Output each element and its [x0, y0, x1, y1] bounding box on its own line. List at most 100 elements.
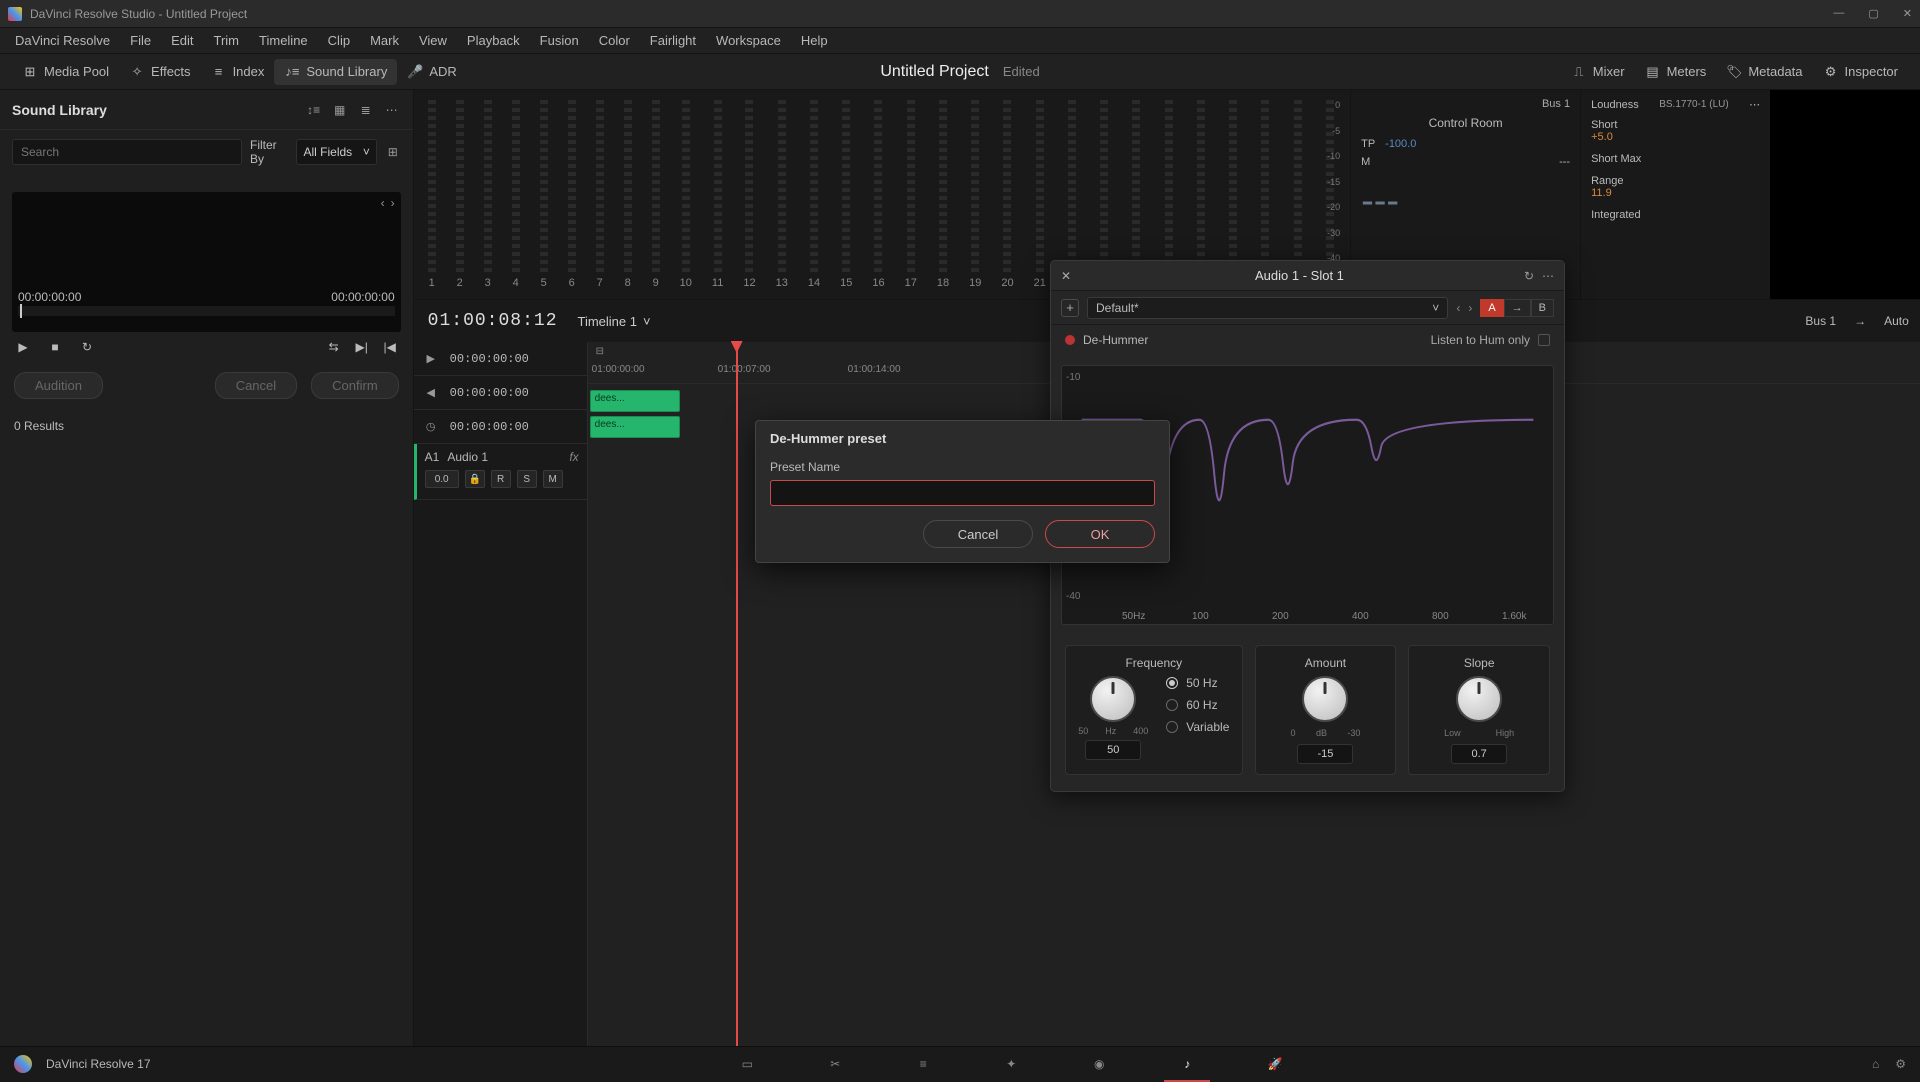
- menu-playback[interactable]: Playback: [458, 30, 529, 51]
- radio-variable[interactable]: Variable: [1166, 720, 1229, 734]
- loudness-more-icon[interactable]: ⋯: [1749, 98, 1760, 111]
- preset-name-input[interactable]: [770, 480, 1155, 506]
- plugin-more-icon[interactable]: ⋯: [1542, 269, 1554, 283]
- menu-trim[interactable]: Trim: [205, 30, 249, 51]
- fusion-page-icon[interactable]: ✦: [1002, 1055, 1020, 1073]
- menu-fairlight[interactable]: Fairlight: [641, 30, 705, 51]
- grid-view-icon[interactable]: ▦: [331, 101, 349, 119]
- maximize-icon[interactable]: ▢: [1868, 7, 1878, 20]
- loop-icon[interactable]: ↻: [78, 338, 96, 356]
- app-version: DaVinci Resolve 17: [46, 1057, 151, 1071]
- audition-confirm-button[interactable]: Confirm: [311, 372, 399, 399]
- play-icon[interactable]: ▶: [14, 338, 32, 356]
- menu-help[interactable]: Help: [792, 30, 837, 51]
- color-page-icon[interactable]: ◉: [1090, 1055, 1108, 1073]
- menu-view[interactable]: View: [410, 30, 456, 51]
- frequency-value[interactable]: 50: [1085, 740, 1141, 760]
- menu-workspace[interactable]: Workspace: [707, 30, 790, 51]
- menu-clip[interactable]: Clip: [319, 30, 359, 51]
- skip-back-icon[interactable]: |◀: [381, 338, 399, 356]
- media-page-icon[interactable]: ▭: [738, 1055, 756, 1073]
- inspector-button[interactable]: ⚙Inspector: [1813, 59, 1908, 85]
- sound-library-button[interactable]: ♪≡Sound Library: [274, 59, 397, 85]
- time-mode-icon[interactable]: ◷: [422, 418, 440, 436]
- search-input[interactable]: [12, 139, 242, 165]
- plugin-close-icon[interactable]: ✕: [1061, 269, 1075, 283]
- mute-button[interactable]: M: [543, 470, 563, 488]
- edit-page-icon[interactable]: ≡: [914, 1055, 932, 1073]
- next-icon[interactable]: ›: [391, 196, 395, 210]
- track-header-a1[interactable]: A1Audio 1fx 0.0 🔒 R S M: [414, 444, 587, 500]
- fx-indicator[interactable]: fx: [569, 450, 578, 464]
- slope-value[interactable]: 0.7: [1451, 744, 1507, 764]
- ab-compare[interactable]: A→B: [1480, 299, 1554, 317]
- jkl-icon[interactable]: ⇆: [325, 338, 343, 356]
- timeline-select[interactable]: Timeline 1˅: [578, 314, 651, 329]
- metadata-button[interactable]: 🏷Metadata: [1716, 59, 1812, 85]
- slope-knob[interactable]: [1456, 676, 1502, 722]
- home-icon[interactable]: ⌂: [1872, 1057, 1879, 1071]
- menu-file[interactable]: File: [121, 30, 160, 51]
- tc-row-2[interactable]: 00:00:00:00: [450, 420, 529, 434]
- bypass-dot-icon[interactable]: [1065, 335, 1075, 345]
- preview-scrubber[interactable]: [18, 306, 395, 316]
- effects-button[interactable]: ✧Effects: [119, 59, 201, 85]
- amount-value[interactable]: -15: [1297, 744, 1353, 764]
- dialog-cancel-button[interactable]: Cancel: [923, 520, 1033, 548]
- audition-cancel-button[interactable]: Cancel: [215, 372, 297, 399]
- track-volume[interactable]: 0.0: [425, 470, 459, 488]
- more-icon[interactable]: ⋯: [383, 101, 401, 119]
- frequency-knob[interactable]: [1090, 676, 1136, 722]
- filter-settings-icon[interactable]: ⊞: [385, 143, 401, 161]
- marker-tool-icon[interactable]: ⊟: [596, 346, 604, 357]
- cut-page-icon[interactable]: ✂: [826, 1055, 844, 1073]
- tc-row-0[interactable]: 00:00:00:00: [450, 352, 529, 366]
- video-viewer[interactable]: ⤢: [1770, 90, 1920, 299]
- project-settings-icon[interactable]: ⚙: [1895, 1057, 1906, 1071]
- sort-icon[interactable]: ↕≡: [305, 101, 323, 119]
- plugin-reset-icon[interactable]: ↻: [1524, 269, 1534, 283]
- auto-mode[interactable]: Auto: [1884, 314, 1909, 328]
- playhead-mode-icon[interactable]: ▶: [422, 350, 440, 368]
- audio-clip-2[interactable]: dees...: [590, 416, 680, 438]
- menu-timeline[interactable]: Timeline: [250, 30, 317, 51]
- mixer-button[interactable]: ⎍Mixer: [1561, 59, 1635, 85]
- prev-icon[interactable]: ‹: [381, 196, 385, 210]
- playhead[interactable]: [736, 342, 738, 1046]
- menu-davinci-resolve[interactable]: DaVinci Resolve: [6, 30, 119, 51]
- radio-60hz[interactable]: 60 Hz: [1166, 698, 1229, 712]
- list-view-icon[interactable]: ≣: [357, 101, 375, 119]
- amount-knob[interactable]: [1302, 676, 1348, 722]
- filter-select[interactable]: All Fields˅: [296, 139, 376, 165]
- next-preset-icon[interactable]: ›: [1468, 301, 1472, 315]
- menu-fusion[interactable]: Fusion: [531, 30, 588, 51]
- radio-50hz[interactable]: 50 Hz: [1166, 676, 1229, 690]
- timecode[interactable]: 01:00:08:12: [428, 311, 558, 331]
- adr-button[interactable]: 🎤ADR: [397, 59, 466, 85]
- media-pool-button[interactable]: ⊞Media Pool: [12, 59, 119, 85]
- minimize-icon[interactable]: —: [1833, 7, 1844, 20]
- tc-row-1[interactable]: 00:00:00:00: [450, 386, 529, 400]
- menu-color[interactable]: Color: [590, 30, 639, 51]
- prev-preset-icon[interactable]: ‹: [1456, 301, 1460, 315]
- skip-fwd-icon[interactable]: ▶|: [353, 338, 371, 356]
- fairlight-page-icon[interactable]: ♪: [1178, 1055, 1196, 1073]
- close-icon[interactable]: ✕: [1903, 7, 1912, 20]
- record-arm-button[interactable]: R: [491, 470, 511, 488]
- lock-icon[interactable]: 🔒: [465, 470, 485, 488]
- index-button[interactable]: ≡Index: [201, 59, 275, 85]
- audio-clip-1[interactable]: dees...: [590, 390, 680, 412]
- listen-hum-checkbox[interactable]: [1538, 334, 1550, 346]
- add-preset-button[interactable]: +: [1061, 299, 1079, 317]
- menu-edit[interactable]: Edit: [162, 30, 202, 51]
- deliver-page-icon[interactable]: 🚀: [1266, 1055, 1284, 1073]
- resolve-logo-icon[interactable]: [14, 1055, 32, 1073]
- audition-button[interactable]: Audition: [14, 372, 103, 399]
- dialog-ok-button[interactable]: OK: [1045, 520, 1155, 548]
- meters-button[interactable]: ▤Meters: [1635, 59, 1717, 85]
- range-mode-icon[interactable]: ◀: [422, 384, 440, 402]
- stop-icon[interactable]: ■: [46, 338, 64, 356]
- menu-mark[interactable]: Mark: [361, 30, 408, 51]
- solo-button[interactable]: S: [517, 470, 537, 488]
- preset-select[interactable]: Default*˅: [1087, 297, 1448, 319]
